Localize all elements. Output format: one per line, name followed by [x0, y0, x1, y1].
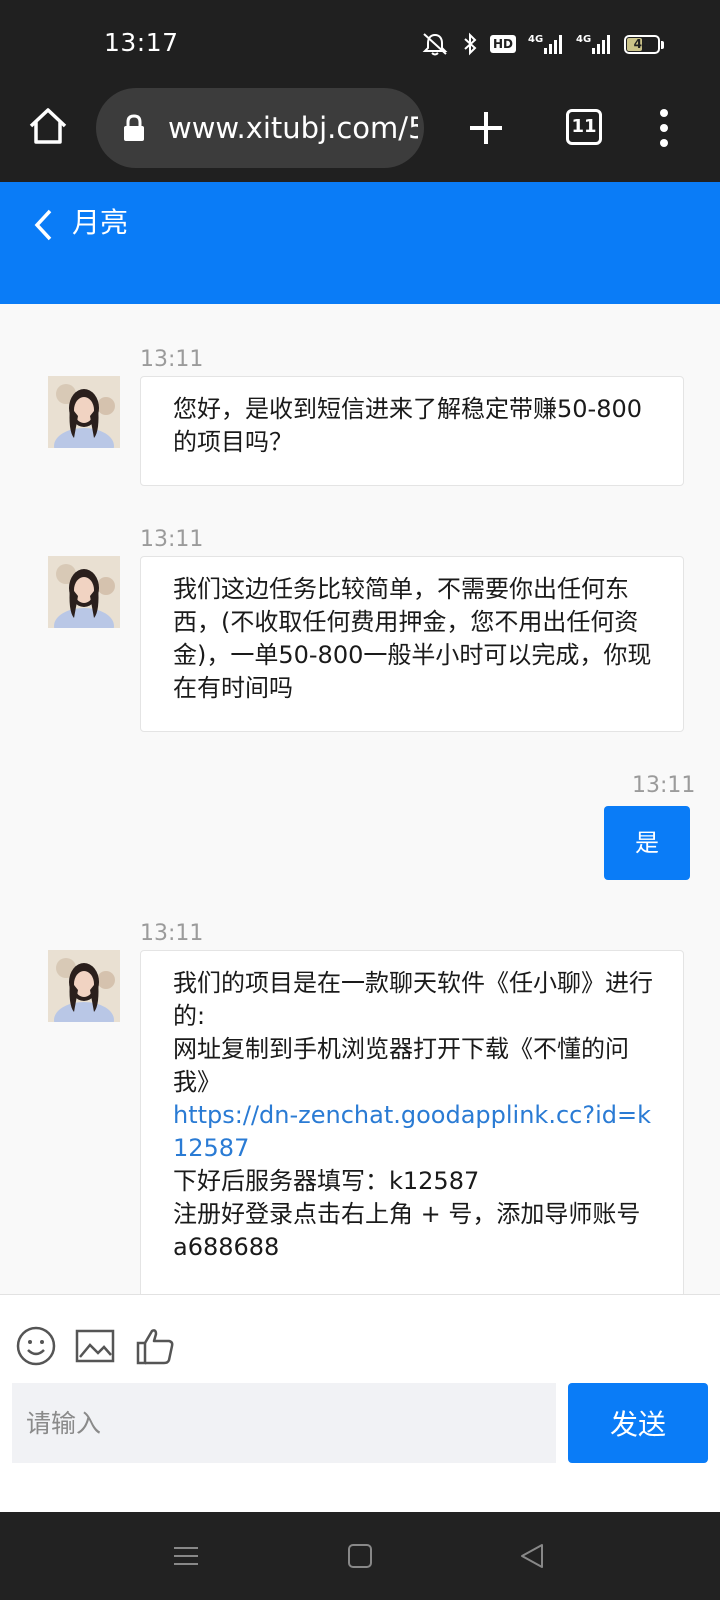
- message-composer: 发送: [0, 1294, 720, 1512]
- nav-back-icon[interactable]: [516, 1540, 548, 1572]
- avatar-image: [48, 950, 120, 1022]
- tab-switcher-button[interactable]: 11: [566, 109, 602, 145]
- chat-title: 月亮: [72, 206, 129, 239]
- image-icon[interactable]: [74, 1325, 116, 1367]
- bluetooth-icon: [464, 32, 477, 56]
- status-bar: 13:17 HD 4G 4G 49: [0, 0, 720, 88]
- message-text: 我们这边任务比较简单，不需要你出任何东西，(不收取任何费用押金，您不用出任何资金…: [173, 575, 652, 702]
- message-text: 我们的项目是在一款聊天软件《任小聊》进行的: 网址复制到手机浏览器打开下载《不懂…: [173, 969, 653, 1096]
- my-message-bubble: 是: [604, 806, 690, 880]
- status-icons: HD 4G 4G 49: [420, 30, 664, 58]
- nav-home-icon[interactable]: [344, 1540, 376, 1572]
- message-bubble: 我们的项目是在一款聊天软件《任小聊》进行的: 网址复制到手机浏览器打开下载《不懂…: [140, 950, 684, 1294]
- thumbs-up-icon[interactable]: [134, 1325, 176, 1367]
- mute-bell-icon: [422, 33, 448, 56]
- new-tab-plus-icon[interactable]: [466, 108, 506, 148]
- message-link[interactable]: https://dn-zenchat.goodapplink.cc?id=k12…: [173, 1101, 651, 1162]
- home-icon[interactable]: [26, 104, 70, 148]
- battery-level-text: 49: [633, 36, 651, 51]
- message-bubble: 您好，是收到短信进来了解稳定带赚50-800的项目吗？: [140, 376, 684, 486]
- system-nav-bar: [0, 1512, 720, 1600]
- message-list[interactable]: 13:11 您好，是收到短信进来了解稳定带赚50-800的项目吗？ 13:11 …: [0, 304, 720, 1294]
- address-bar[interactable]: www.xitubj.com/5: [96, 88, 424, 168]
- signal-4g-icon: 4G: [528, 34, 562, 54]
- avatar-image: [48, 556, 120, 628]
- signal-4g-icon-2: 4G: [576, 34, 610, 54]
- message-timestamp: 13:11: [140, 527, 204, 552]
- message-input[interactable]: [12, 1383, 556, 1463]
- url-text[interactable]: www.xitubj.com/5: [168, 108, 418, 148]
- back-chevron-icon[interactable]: [32, 208, 54, 242]
- menu-dots-icon[interactable]: [650, 106, 678, 150]
- status-time: 13:17: [104, 28, 179, 57]
- chat-header: 月亮: [0, 182, 720, 304]
- avatar[interactable]: [48, 376, 120, 448]
- message-timestamp: 13:11: [140, 347, 204, 372]
- battery-icon: 49: [624, 34, 664, 54]
- hd-voice-icon: HD: [489, 35, 516, 53]
- emoji-icon[interactable]: [15, 1325, 57, 1367]
- message-timestamp: 13:11: [140, 921, 204, 946]
- svg-text:4G: 4G: [576, 34, 591, 45]
- lock-icon: [124, 114, 144, 141]
- avatar[interactable]: [48, 556, 120, 628]
- avatar[interactable]: [48, 950, 120, 1022]
- nav-recent-icon[interactable]: [170, 1540, 202, 1572]
- message-bubble: 我们这边任务比较简单，不需要你出任何东西，(不收取任何费用押金，您不用出任何资金…: [140, 556, 684, 732]
- avatar-image: [48, 376, 120, 448]
- message-text: 您好，是收到短信进来了解稳定带赚50-800的项目吗？: [173, 395, 643, 456]
- send-button[interactable]: 发送: [568, 1383, 708, 1463]
- message-text: 下好后服务器填写：k12587 注册好登录点击右上角 + 号，添加导师账号 a6…: [173, 1167, 641, 1261]
- svg-text:4G: 4G: [528, 34, 543, 45]
- message-timestamp: 13:11: [632, 773, 696, 798]
- browser-toolbar: www.xitubj.com/5 11: [0, 88, 720, 182]
